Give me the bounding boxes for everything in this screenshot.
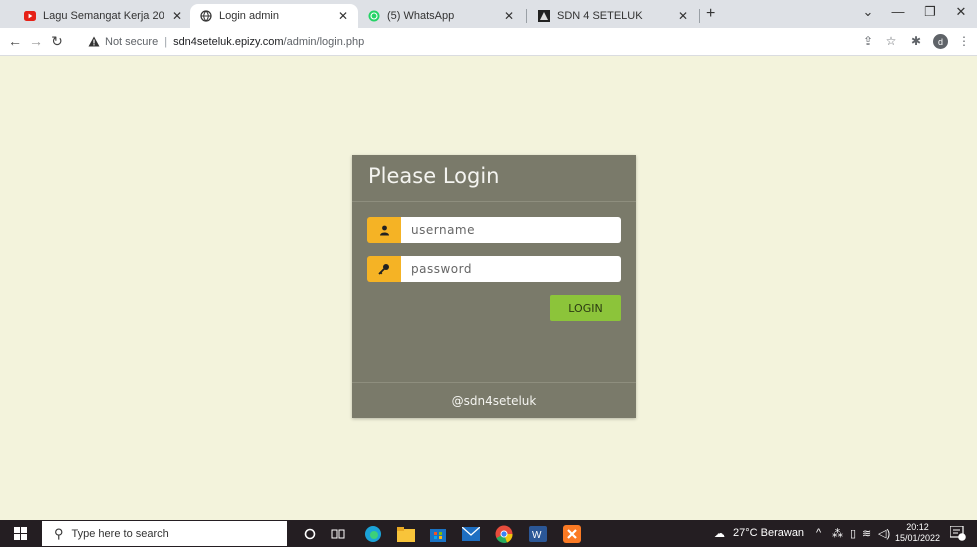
volume-icon[interactable]: ◁) [878,527,890,540]
notification-icon[interactable] [949,525,966,541]
clock-time: 20:12 [906,522,929,532]
url-path: /admin/login.php [283,36,365,48]
login-button[interactable]: LOGIN [550,295,621,321]
tab-close-icon[interactable]: ✕ [676,9,690,23]
site-logo-icon [538,10,550,22]
browser-toolbar: ← → ↻ Not secure | sdn4seteluk.epizy.com… [0,28,977,56]
taskbar-clock[interactable]: 20:12 15/01/2022 [895,522,940,544]
edge-browser-icon[interactable] [363,524,383,544]
svg-text:W: W [532,530,542,541]
battery-icon[interactable]: ▯ [850,527,856,540]
windows-taskbar: ⚲ Type here to search W ☁ 27°C Berawan ^… [0,520,977,547]
tab-separator [699,9,700,23]
url-host: sdn4seteluk.epizy.com [173,36,284,48]
store-icon[interactable] [428,524,448,544]
tab-whatsapp[interactable]: (5) WhatsApp ✕ [358,4,524,28]
tab-title: (5) WhatsApp [387,10,455,22]
clock-date: 15/01/2022 [895,533,941,543]
tab-title: Login admin [219,10,279,22]
chrome-icon[interactable] [494,524,514,544]
login-header: Please Login [352,155,636,202]
close-window-icon[interactable]: ✕ [951,4,971,20]
username-input[interactable] [401,217,621,243]
tab-title: SDN 4 SETELUK [557,10,643,22]
tab-youtube[interactable]: Lagu Semangat Kerja 2021 | Top ✕ [14,4,192,28]
address-bar[interactable]: Not secure | sdn4seteluk.epizy.com /admi… [88,31,848,53]
network-icon[interactable]: ⁂ [832,527,843,540]
minimize-icon[interactable]: — [888,4,908,19]
tab-title: Lagu Semangat Kerja 2021 | Top [43,10,164,22]
word-icon[interactable]: W [528,524,548,544]
share-icon[interactable]: ⇪ [860,34,876,48]
weather-icon[interactable]: ☁ [714,527,725,540]
tab-sdn4-seteluk[interactable]: SDN 4 SETELUK ✕ [528,4,698,28]
tab-close-icon[interactable]: ✕ [170,9,184,23]
cortana-icon[interactable] [300,524,320,544]
warning-icon[interactable] [88,36,100,48]
url-divider: | [164,36,168,48]
page-title: Please Login [368,164,500,188]
profile-avatar[interactable]: d [933,34,948,49]
globe-icon [200,10,212,22]
bookmark-star-icon[interactable]: ☆ [883,34,899,48]
user-icon [367,217,401,243]
menu-icon[interactable]: ⋮ [956,34,972,48]
youtube-icon [24,10,36,22]
taskbar-search-placeholder: Type here to search [71,527,169,540]
forward-icon[interactable]: → [27,33,45,49]
weather-text[interactable]: 27°C Berawan [733,527,804,539]
login-footer: @sdn4seteluk [352,382,636,418]
security-label: Not secure [105,36,159,48]
whatsapp-icon [368,10,380,22]
reload-icon[interactable]: ↻ [48,33,66,50]
task-view-icon[interactable] [328,524,348,544]
tab-close-icon[interactable]: ✕ [502,9,516,23]
password-input[interactable] [401,256,621,282]
tab-separator [526,9,527,23]
login-panel: Please Login LOGIN @sdn4seteluk [352,155,636,418]
tab-search-icon[interactable]: ⌄ [858,4,878,20]
taskbar-search[interactable]: ⚲ Type here to search [42,521,287,546]
back-icon[interactable]: ← [6,33,24,49]
search-icon: ⚲ [54,525,64,541]
xampp-icon[interactable] [562,524,582,544]
mail-icon[interactable] [461,524,481,544]
wifi-icon[interactable]: ≋ [862,527,871,540]
password-field-group [367,256,621,282]
tab-login-admin[interactable]: Login admin ✕ [190,4,358,28]
key-icon [367,256,401,282]
restore-icon[interactable]: ❐ [920,4,940,20]
tray-chevron-icon[interactable]: ^ [816,527,821,539]
extensions-icon[interactable]: ✱ [908,34,924,48]
new-tab-button[interactable]: + [706,5,715,23]
username-field-group [367,217,621,243]
tab-close-icon[interactable]: ✕ [336,9,350,23]
file-explorer-icon[interactable] [396,524,416,544]
browser-tab-bar: Lagu Semangat Kerja 2021 | Top ✕ Login a… [0,0,977,28]
windows-start-icon[interactable] [14,527,27,540]
